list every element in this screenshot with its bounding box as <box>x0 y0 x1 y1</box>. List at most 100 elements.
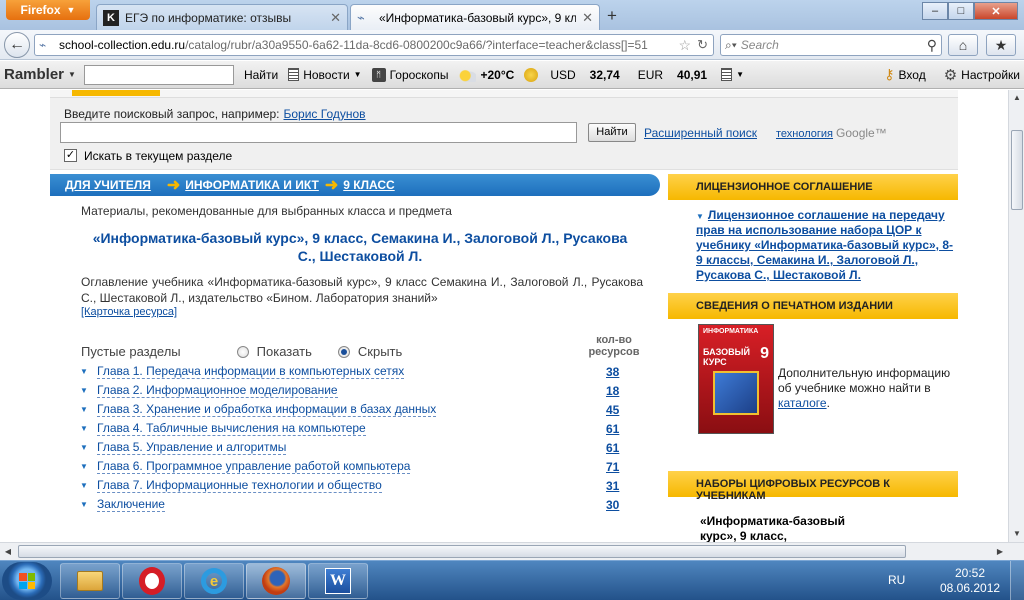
expand-triangle-icon[interactable]: ▼ <box>80 500 97 509</box>
site-search-input[interactable] <box>60 122 577 143</box>
search-current-section-checkbox[interactable]: ✓ <box>64 149 77 162</box>
browser-search-box[interactable]: ⌕▾ Search ⚲ <box>720 34 942 56</box>
hide-radio[interactable] <box>337 345 350 358</box>
rambler-logo[interactable]: Rambler <box>4 66 64 83</box>
maximize-button[interactable]: □ <box>948 2 974 20</box>
advanced-search-link[interactable]: Расширенный поиск <box>644 126 757 140</box>
show-radio[interactable] <box>236 345 249 358</box>
show-desktop-button[interactable] <box>1010 561 1024 600</box>
taskbar-explorer[interactable] <box>60 563 120 599</box>
book-cover-image[interactable]: ИНФОРМАТИКА БАЗОВЫЙ КУРС 9 <box>698 324 774 434</box>
chapter-title[interactable]: Глава 2. Информационное моделирование <box>97 383 338 398</box>
chapter-count-link[interactable]: 71 <box>606 460 619 474</box>
close-tab-icon[interactable]: ✕ <box>582 10 593 26</box>
chapter-title[interactable]: Глава 5. Управление и алгоритмы <box>97 440 287 455</box>
resource-card-link[interactable]: [Карточка ресурса] <box>81 306 177 318</box>
expand-triangle-icon[interactable]: ▼ <box>80 386 97 395</box>
expand-triangle-icon[interactable]: ▼ <box>80 424 97 433</box>
horizontal-scroll-thumb[interactable] <box>18 545 906 558</box>
resource-set-item[interactable]: «Информатика-базовый курс», 9 класс, <box>700 514 860 542</box>
horizontal-scrollbar[interactable]: ◀ ▶ <box>0 542 1024 560</box>
list-item[interactable]: ▼ Глава 3. Хранение и обработка информаци… <box>80 400 625 419</box>
technology-link[interactable]: технология <box>776 128 833 140</box>
close-tab-icon[interactable]: ✕ <box>330 10 341 26</box>
list-item[interactable]: ▼ Глава 5. Управление и алгоритмы 61 <box>80 438 625 457</box>
rambler-search-input[interactable] <box>83 64 234 85</box>
rambler-weather[interactable]: +20°C <box>458 67 514 82</box>
breadcrumb-for-teacher[interactable]: ДЛЯ УЧИТЕЛЯ <box>65 178 151 192</box>
language-indicator[interactable]: RU <box>888 573 905 587</box>
list-item[interactable]: ▼ Заключение 30 <box>80 495 625 514</box>
navigation-bar: ← ⌁ school-collection.edu.ru/catalog/rub… <box>0 30 1024 60</box>
catalog-link[interactable]: каталоге <box>778 396 827 410</box>
search-engine-icon[interactable]: ⌕▾ <box>725 38 737 53</box>
chapter-count-link[interactable]: 18 <box>606 384 619 398</box>
opera-icon <box>139 567 165 595</box>
chapter-count-link[interactable]: 30 <box>606 498 619 512</box>
chapter-count-link[interactable]: 61 <box>606 422 619 436</box>
scroll-right-icon[interactable]: ▶ <box>992 543 1008 560</box>
chapter-title[interactable]: Глава 6. Программное управление работой … <box>97 459 411 474</box>
taskbar-firefox[interactable] <box>246 563 306 599</box>
back-button[interactable]: ← <box>4 32 30 58</box>
news-label: Новости <box>303 67 350 82</box>
page-gutter-left <box>0 90 50 542</box>
list-item[interactable]: ▼ Глава 4. Табличные вычисления на компью… <box>80 419 625 438</box>
rambler-currency[interactable]: USD 32,74 EUR 40,91 ▼ <box>524 67 744 82</box>
breadcrumb-informatics[interactable]: ИНФОРМАТИКА И ИКТ <box>185 178 319 192</box>
start-button[interactable] <box>2 562 52 600</box>
chapter-count-link[interactable]: 61 <box>606 441 619 455</box>
system-clock[interactable]: 20:52 08.06.2012 <box>940 566 1000 596</box>
close-window-button[interactable]: ✕ <box>974 2 1018 20</box>
tab-informatika[interactable]: ⌁ «Информатика-базовый курс», 9 кл... ✕ <box>350 4 600 30</box>
rambler-news[interactable]: Новости ▼ <box>288 67 362 82</box>
taskbar-ie[interactable]: e <box>184 563 244 599</box>
rambler-find-button[interactable]: Найти <box>244 68 278 82</box>
expand-triangle-icon[interactable]: ▼ <box>80 443 97 452</box>
vertical-scrollbar[interactable]: ▲ ▼ <box>1008 90 1024 542</box>
list-item[interactable]: ▼ Глава 6. Программное управление работой… <box>80 457 625 476</box>
chapter-count-link[interactable]: 38 <box>606 365 619 379</box>
expand-triangle-icon[interactable]: ▼ <box>80 481 97 490</box>
expand-triangle-icon[interactable]: ▼ <box>80 367 97 376</box>
expand-triangle-icon[interactable]: ▼ <box>80 405 97 414</box>
address-bar[interactable]: ⌁ school-collection.edu.ru/catalog/rubr/… <box>34 34 714 56</box>
scroll-down-icon[interactable]: ▼ <box>1009 526 1024 542</box>
list-item[interactable]: ▼ Глава 2. Информационное моделирование 18 <box>80 381 625 400</box>
taskbar-word[interactable]: W <box>308 563 368 599</box>
vertical-scroll-thumb[interactable] <box>1011 130 1023 210</box>
new-tab-button[interactable]: + <box>600 6 624 28</box>
chevron-down-icon[interactable]: ▼ <box>68 70 76 79</box>
chapter-title[interactable]: Заключение <box>97 497 165 512</box>
chapter-title[interactable]: Глава 4. Табличные вычисления на компьют… <box>97 421 366 436</box>
tab-ege[interactable]: K ЕГЭ по информатике: отзывы ✕ <box>96 4 348 30</box>
search-icon[interactable]: ⚲ <box>927 37 937 54</box>
search-example-link[interactable]: Борис Годунов <box>284 107 366 121</box>
list-item[interactable]: ▼ Глава 7. Информационные технологии и об… <box>80 476 625 495</box>
chapter-title[interactable]: Глава 3. Хранение и обработка информации… <box>97 402 437 417</box>
chapter-title[interactable]: Глава 1. Передача информации в компьютер… <box>97 364 405 379</box>
minimize-button[interactable]: – <box>922 2 948 20</box>
scroll-up-icon[interactable]: ▲ <box>1009 90 1024 106</box>
rambler-horoscopes[interactable]: ᛗ Гороскопы <box>371 67 448 82</box>
empty-sections-label: Пустые разделы <box>81 344 181 359</box>
chapter-count-link[interactable]: 45 <box>606 403 619 417</box>
firefox-menu-button[interactable]: Firefox ▼ <box>6 0 90 20</box>
reload-icon[interactable]: ↻ <box>697 37 708 53</box>
site-search-button[interactable]: Найти <box>588 123 636 142</box>
scroll-left-icon[interactable]: ◀ <box>0 543 16 560</box>
expand-triangle-icon[interactable]: ▼ <box>80 462 97 471</box>
license-agreement-link[interactable]: Лицензионное соглашение на передачу прав… <box>696 208 953 282</box>
chapter-title[interactable]: Глава 7. Информационные технологии и общ… <box>97 478 382 493</box>
chapter-count-link[interactable]: 31 <box>606 479 619 493</box>
tab-title: ЕГЭ по информатике: отзывы <box>125 10 292 25</box>
site-identity-icon[interactable]: ⌁ <box>39 38 59 52</box>
rambler-settings[interactable]: ⚙ Настройки <box>944 66 1020 84</box>
bookmark-star-icon[interactable]: ☆ <box>678 37 691 54</box>
list-item[interactable]: ▼ Глава 1. Передача информации в компьюте… <box>80 362 625 381</box>
home-button[interactable]: ⌂ <box>948 34 978 56</box>
rambler-login[interactable]: ⚷ Вход <box>884 66 925 83</box>
taskbar-opera[interactable] <box>122 563 182 599</box>
breadcrumb-grade-9[interactable]: 9 КЛАСС <box>343 178 394 192</box>
bookmarks-button[interactable]: ★ <box>986 34 1016 56</box>
